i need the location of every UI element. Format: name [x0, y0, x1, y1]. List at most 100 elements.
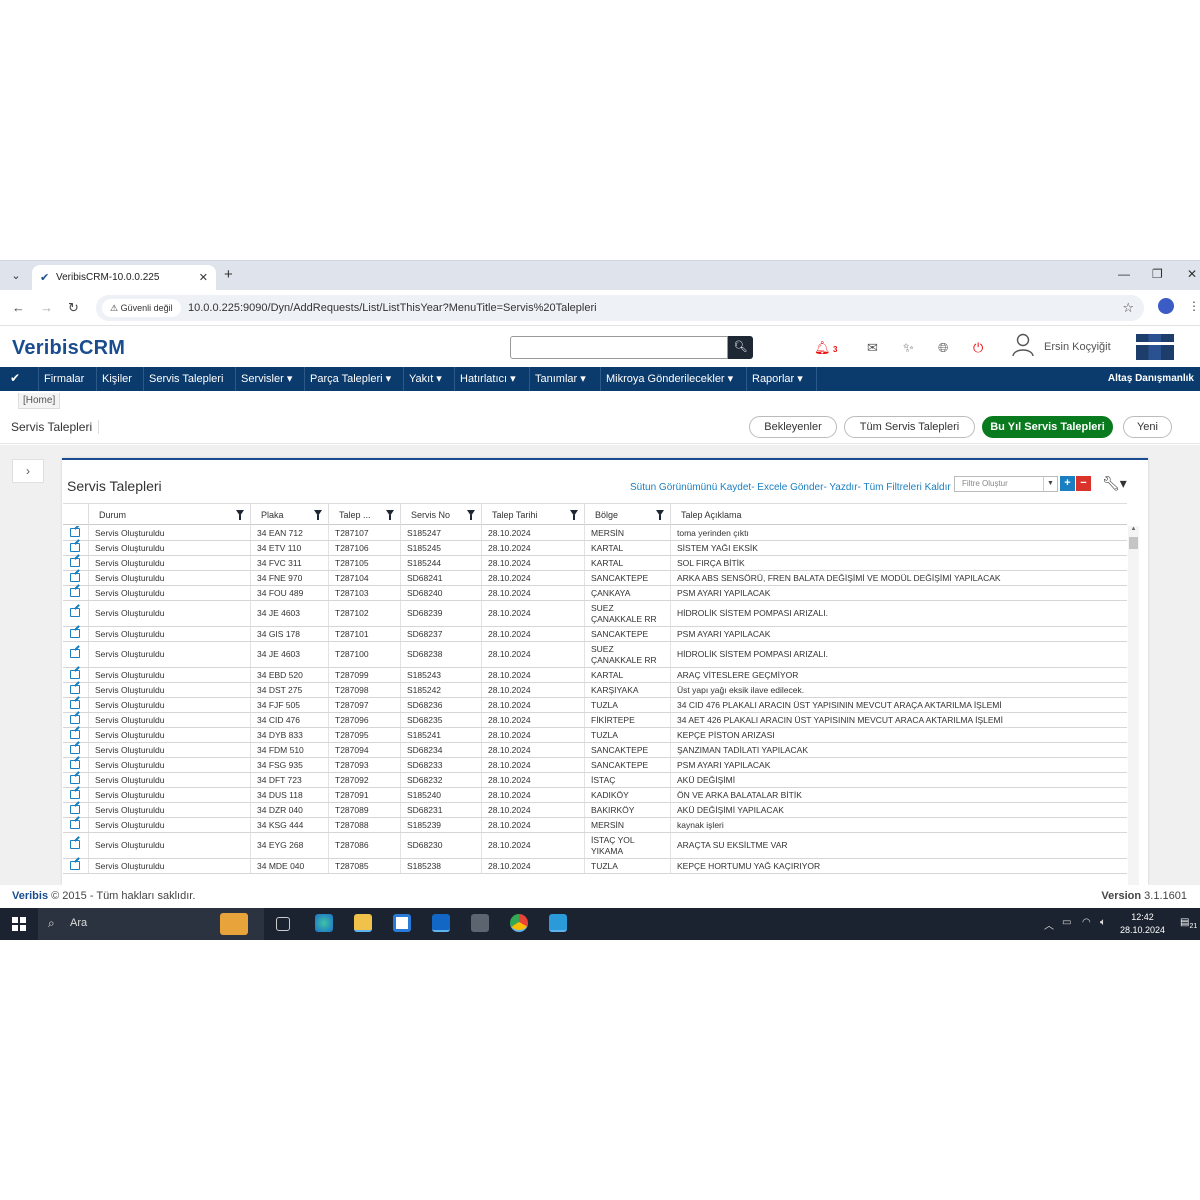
security-warning[interactable]: ⚠ Güvenli değil	[102, 299, 181, 317]
nav-mikroya-gonderilecekler[interactable]: Mikroya Gönderilecekler ▾	[600, 367, 738, 391]
reload-icon[interactable]: ↻	[68, 300, 79, 316]
url-field[interactable]: ⚠ Güvenli değil 10.0.0.225:9090/Dyn/AddR…	[96, 295, 1144, 321]
edit-icon[interactable]	[70, 649, 80, 658]
header-talep-no[interactable]: Talep ...	[328, 504, 400, 526]
nav-hatirlatici[interactable]: Hatırlatıcı ▾	[454, 367, 521, 391]
edit-icon[interactable]	[70, 840, 80, 849]
power-icon[interactable]: ⏻	[973, 340, 983, 356]
calculator-icon[interactable]	[471, 914, 489, 932]
edit-icon[interactable]	[70, 699, 80, 709]
table-row[interactable]: Servis Oluşturuldu 34 MDE 040 T287085 S1852…	[63, 859, 1127, 874]
edit-icon[interactable]	[70, 587, 80, 597]
wrench-settings-icon[interactable]: 🔧︎▾	[1102, 475, 1127, 492]
tray-chevron-up-icon[interactable]: ︿	[1044, 917, 1054, 932]
close-window-icon[interactable]: ✕	[1187, 267, 1197, 281]
edit-icon[interactable]	[70, 789, 80, 799]
table-row[interactable]: Servis Oluşturuldu 34 FNE 970 T287104 SD682…	[63, 571, 1127, 586]
profile-icon[interactable]	[1158, 298, 1174, 314]
footer-brand[interactable]: Veribis	[12, 890, 48, 902]
table-row[interactable]: Servis Oluşturuldu 34 JE 4603 T287102 SD682…	[63, 601, 1127, 627]
back-icon[interactable]: ←	[12, 300, 25, 315]
table-row[interactable]: Servis Oluşturuldu 34 FOU 489 T287103 SD682…	[63, 586, 1127, 601]
grid-actions-links[interactable]: Sütun Görünümünü Kaydet- Excele Gönder- …	[630, 482, 951, 493]
edit-icon[interactable]	[70, 527, 80, 537]
table-row[interactable]: Servis Oluşturuldu 34 CID 476 T287096 SD682…	[63, 713, 1127, 728]
edit-icon[interactable]	[70, 669, 80, 679]
filter-funnel-icon[interactable]	[656, 510, 664, 520]
windows-start-icon[interactable]	[12, 917, 26, 931]
table-row[interactable]: Servis Oluşturuldu 34 DYB 833 T287095 S1852…	[63, 728, 1127, 743]
edit-icon[interactable]	[70, 729, 80, 739]
scroll-up-icon[interactable]: ▲	[1128, 526, 1139, 536]
edit-icon[interactable]	[70, 684, 80, 694]
new-button[interactable]: Yeni	[1123, 416, 1172, 438]
file-explorer-icon[interactable]	[354, 914, 372, 932]
filter-create-select[interactable]: Filtre Oluştur ▼	[954, 476, 1058, 492]
edit-icon[interactable]	[70, 557, 80, 567]
company-name[interactable]: Altaş Danışmanlık	[1108, 367, 1194, 391]
user-avatar-icon[interactable]	[1012, 333, 1034, 357]
edge-icon[interactable]	[315, 914, 333, 932]
filter-funnel-icon[interactable]	[314, 510, 322, 520]
filter-funnel-icon[interactable]	[386, 510, 394, 520]
edit-icon[interactable]	[70, 819, 80, 829]
new-tab-icon[interactable]: +	[224, 266, 233, 283]
notification-center-icon[interactable]: ▤21	[1180, 917, 1197, 930]
scroll-thumb[interactable]	[1129, 537, 1138, 549]
add-filter-button[interactable]: +	[1060, 476, 1075, 491]
edit-icon[interactable]	[70, 572, 80, 582]
user-name[interactable]: Ersin Koçyiğit	[1044, 341, 1111, 353]
waiting-button[interactable]: Bekleyenler	[749, 416, 837, 438]
veribis-logo[interactable]: VeribisCRM	[12, 337, 125, 360]
header-servis-no[interactable]: Servis No	[400, 504, 481, 526]
edit-icon[interactable]	[70, 744, 80, 754]
volume-icon[interactable]: 🔈︎	[1100, 917, 1106, 928]
taskbar-search[interactable]: ⌕ Ara	[38, 908, 264, 940]
edit-icon[interactable]	[70, 542, 80, 552]
browser-tab[interactable]: ✔ VeribisCRM-10.0.0.225 ✕	[32, 265, 216, 291]
home-check-icon[interactable]: ✔	[10, 371, 20, 385]
restore-icon[interactable]: ❐	[1152, 267, 1163, 281]
magic-wand-icon[interactable]: ✨︎	[903, 340, 914, 356]
bell-icon[interactable]: 🔔︎	[814, 340, 831, 356]
nav-servis-talepleri[interactable]: Servis Talepleri	[143, 367, 228, 391]
chrome-icon[interactable]	[510, 914, 528, 932]
header-bolge[interactable]: Bölge	[584, 504, 670, 526]
battery-icon[interactable]: ▭	[1062, 917, 1071, 928]
nav-yakit[interactable]: Yakıt ▾	[403, 367, 447, 391]
bookmark-star-icon[interactable]: ☆	[1122, 295, 1134, 321]
header-talep-tarihi[interactable]: Talep Tarihi	[481, 504, 584, 526]
tab-list-dropdown-icon[interactable]: ⌄	[6, 267, 26, 285]
table-row[interactable]: Servis Oluşturuldu 34 EYG 268 T287086 SD682…	[63, 833, 1127, 859]
edit-icon[interactable]	[70, 714, 80, 724]
edit-icon[interactable]	[70, 774, 80, 784]
table-row[interactable]: Servis Oluşturuldu 34 EAN 712 T287107 S1852…	[63, 526, 1127, 541]
remove-filter-button[interactable]: −	[1076, 476, 1091, 491]
table-row[interactable]: Servis Oluşturuldu 34 ETV 110 T287106 S1852…	[63, 541, 1127, 556]
global-search-input[interactable]	[510, 336, 728, 359]
nav-servisler[interactable]: Servisler ▾	[235, 367, 297, 391]
table-row[interactable]: Servis Oluşturuldu 34 JE 4603 T287100 SD682…	[63, 642, 1127, 668]
edit-icon[interactable]	[70, 860, 80, 870]
photos-icon[interactable]	[549, 914, 567, 932]
table-row[interactable]: Servis Oluşturuldu 34 FVC 311 T287105 S1852…	[63, 556, 1127, 571]
table-row[interactable]: Servis Oluşturuldu 34 FJF 505 T287097 SD682…	[63, 698, 1127, 713]
sidebar-toggle-chevron-icon[interactable]: ›	[12, 459, 44, 483]
task-view-icon[interactable]	[276, 917, 290, 931]
search-button[interactable]: 🔍︎	[728, 336, 753, 359]
store-icon[interactable]	[393, 914, 411, 932]
minimize-icon[interactable]: —	[1118, 267, 1130, 281]
edit-icon[interactable]	[70, 804, 80, 814]
nav-kisiler[interactable]: Kişiler	[96, 367, 137, 391]
edit-icon[interactable]	[70, 628, 80, 638]
menu-kebab-icon[interactable]: ⋮	[1188, 299, 1200, 313]
taskbar-clock[interactable]: 12:42 28.10.2024	[1120, 911, 1165, 937]
header-plaka[interactable]: Plaka	[250, 504, 328, 526]
grid-scrollbar[interactable]: ▲	[1128, 526, 1139, 885]
edit-icon[interactable]	[70, 759, 80, 769]
table-row[interactable]: Servis Oluşturuldu 34 FSG 935 T287093 SD682…	[63, 758, 1127, 773]
edit-icon[interactable]	[70, 608, 80, 617]
table-row[interactable]: Servis Oluşturuldu 34 DST 275 T287098 S1852…	[63, 683, 1127, 698]
table-row[interactable]: Servis Oluşturuldu 34 EBD 520 T287099 S1852…	[63, 668, 1127, 683]
table-row[interactable]: Servis Oluşturuldu 34 DZR 040 T287089 SD682…	[63, 803, 1127, 818]
